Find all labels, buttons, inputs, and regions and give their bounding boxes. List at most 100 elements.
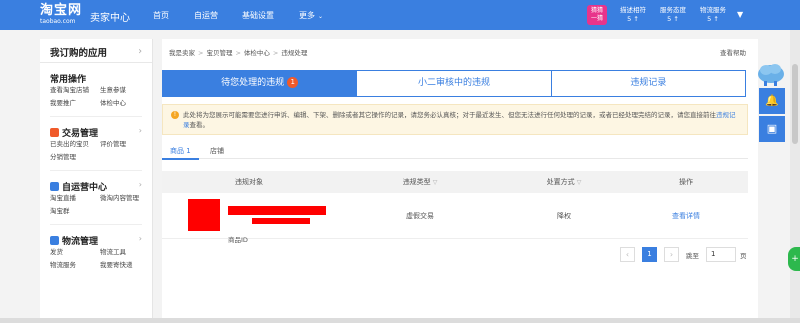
divider bbox=[50, 224, 142, 225]
sidebar-item-health-center[interactable]: 体检中心 bbox=[100, 97, 150, 110]
chevron-right-icon: › bbox=[138, 180, 142, 189]
stat-value: 5 ↑ bbox=[627, 15, 639, 23]
sidebar-item-business-advisor[interactable]: 生意参谋 bbox=[100, 84, 150, 97]
notice-text: 此处将为您展示可能需要您进行申诉、编辑、下架、删除或者其它操作的记录，请您务必认… bbox=[183, 111, 716, 119]
common-operations: 常用操作 查看淘宝店铺 生意参谋 我要推广 体检中心 交易管理 › 已卖出的宝贝 评价… bbox=[40, 72, 152, 272]
current-page-button[interactable]: 1 bbox=[642, 247, 657, 262]
table-row: 商品ID 虚假交易 降权 查看详情 bbox=[162, 193, 748, 244]
stat-label: 描述相符 bbox=[620, 6, 646, 14]
divider bbox=[50, 116, 142, 117]
guess-badge[interactable]: 猜猜 一猜 bbox=[587, 5, 607, 25]
logo-en: taobao.com bbox=[40, 18, 76, 25]
breadcrumb-separator: > bbox=[235, 49, 241, 57]
sidebar-item-logistics-service[interactable]: 物流服务 bbox=[50, 259, 100, 272]
nav-home[interactable]: 首页 bbox=[153, 10, 169, 21]
sidebar: 我订购的应用 › 常用操作 查看淘宝店铺 生意参谋 我要推广 体检中心 交易管理 ›… bbox=[40, 39, 153, 323]
nav-more[interactable]: 更多 ⌄ bbox=[299, 10, 323, 21]
badge-line2: 一猜 bbox=[590, 15, 603, 22]
sidebar-item-distribution[interactable]: 分销管理 bbox=[50, 151, 100, 164]
filter-icon[interactable]: ▽ bbox=[433, 179, 438, 186]
section-label: 物流管理 bbox=[62, 237, 99, 247]
nav-self-operation[interactable]: 自运营 bbox=[194, 10, 218, 21]
prev-page-button[interactable]: ‹ bbox=[620, 247, 635, 262]
breadcrumb-item[interactable]: 宝贝管理 bbox=[206, 49, 232, 57]
common-row: 查看淘宝店铺 生意参谋 bbox=[50, 84, 152, 97]
col-object: 违规对象 bbox=[235, 178, 263, 186]
chevron-right-icon: › bbox=[138, 46, 142, 57]
stat-logistics[interactable]: 物流服务 5 ↑ bbox=[696, 6, 730, 24]
taobao-logo[interactable]: 淘宝网 taobao.com bbox=[40, 4, 84, 26]
col-type[interactable]: 违规类型 ▽ bbox=[336, 171, 504, 193]
stat-service[interactable]: 服务态度 5 ↑ bbox=[656, 6, 690, 24]
warning-icon: ! bbox=[171, 111, 179, 119]
breadcrumb-item: 违规处理 bbox=[281, 49, 308, 57]
section-row: 分销管理 bbox=[50, 151, 152, 164]
logistics-icon bbox=[50, 236, 59, 245]
subtab-shop[interactable]: 店铺 bbox=[210, 146, 224, 156]
section-trade-title[interactable]: 交易管理 › bbox=[50, 126, 152, 139]
logo-cn: 淘宝网 bbox=[40, 3, 83, 18]
section-row: 发货 物流工具 bbox=[50, 246, 152, 259]
filter-icon[interactable]: ▽ bbox=[577, 179, 582, 186]
sidebar-item-group[interactable]: 淘宝群 bbox=[50, 205, 100, 218]
tab-records[interactable]: 违规记录 bbox=[550, 71, 745, 96]
redacted-id bbox=[252, 218, 310, 224]
divider bbox=[50, 170, 142, 171]
scrollbar[interactable] bbox=[790, 30, 800, 323]
sidebar-item-promote[interactable]: 我要推广 bbox=[50, 97, 100, 110]
chevron-right-icon: › bbox=[138, 126, 142, 135]
sidebar-item-ship[interactable]: 发货 bbox=[50, 246, 100, 259]
count-badge: 1 bbox=[287, 77, 299, 88]
chevron-down-icon[interactable]: ▼ bbox=[737, 10, 743, 19]
tab-label: 待您处理的违规 bbox=[221, 78, 285, 88]
main-panel: 我是卖家 > 宝贝管理 > 体检中心 > 违规处理 查看帮助 待您处理的违规 1 小二审核中的… bbox=[162, 39, 758, 323]
section-label: 交易管理 bbox=[62, 129, 99, 139]
sidebar-item-review-management[interactable]: 评价管理 bbox=[100, 138, 150, 151]
sidebar-item-view-shop[interactable]: 查看淘宝店铺 bbox=[50, 84, 100, 97]
section-logistics-title[interactable]: 物流管理 › bbox=[50, 234, 152, 247]
cell-type: 虚假交易 bbox=[406, 212, 434, 220]
subtab-goods[interactable]: 商品 1 bbox=[162, 146, 199, 160]
col-label: 违规类型 bbox=[402, 178, 431, 186]
bell-icon[interactable]: 🔔 bbox=[759, 88, 785, 114]
sidebar-title: 我订购的应用 bbox=[50, 48, 108, 59]
nav-basic-settings[interactable]: 基础设置 bbox=[242, 10, 274, 21]
seller-center-title[interactable]: 卖家中心 bbox=[90, 9, 130, 24]
breadcrumb-separator: > bbox=[272, 49, 279, 57]
section-self-operation-title[interactable]: 自运营中心 › bbox=[50, 180, 152, 193]
nav-more-label: 更多 bbox=[299, 11, 315, 20]
tab-pending[interactable]: 待您处理的违规 1 bbox=[163, 71, 357, 96]
redacted-title bbox=[228, 206, 326, 215]
page-input[interactable]: 1 bbox=[706, 247, 736, 262]
violation-tabs: 待您处理的违规 1 小二审核中的违规 违规记录 bbox=[162, 70, 746, 97]
col-label: 处置方式 bbox=[546, 178, 575, 186]
tab-under-review[interactable]: 小二审核中的违规 bbox=[356, 71, 551, 96]
sidebar-item-logistics-tools[interactable]: 物流工具 bbox=[100, 246, 150, 259]
subtabs: 商品 1 店铺 bbox=[162, 143, 748, 160]
goto-label: 跳至 bbox=[686, 252, 699, 260]
sidebar-item-sold-items[interactable]: 已卖出的宝贝 bbox=[50, 138, 100, 151]
stat-description[interactable]: 描述相符 5 ↑ bbox=[616, 6, 650, 24]
breadcrumb-item[interactable]: 我是卖家 bbox=[169, 49, 195, 57]
product-thumbnail[interactable] bbox=[188, 199, 220, 231]
cloud-mascot-icon[interactable] bbox=[757, 62, 785, 86]
section-row: 淘宝直播 微淘内容管理 bbox=[50, 192, 152, 205]
plus-icon[interactable]: + bbox=[788, 247, 800, 271]
sidebar-subscribed-apps[interactable]: 我订购的应用 › bbox=[40, 39, 152, 63]
view-details-link[interactable]: 查看详情 bbox=[624, 193, 748, 238]
sidebar-item-weitao[interactable]: 微淘内容管理 bbox=[100, 192, 150, 205]
scrollbar-thumb[interactable] bbox=[792, 64, 798, 144]
breadcrumb-item[interactable]: 体检中心 bbox=[244, 49, 270, 57]
help-link[interactable]: 查看帮助 bbox=[720, 47, 746, 57]
notice-suffix: 查看。 bbox=[189, 121, 210, 129]
chat-icon[interactable]: ▣ bbox=[759, 116, 785, 142]
stat-value: 5 ↑ bbox=[707, 15, 719, 23]
sidebar-item-live[interactable]: 淘宝直播 bbox=[50, 192, 100, 205]
violation-table: 违规对象 违规类型 ▽ 处置方式 ▽ 操作 商品ID 虚假交易 降权 查看详情 bbox=[162, 171, 748, 244]
next-page-button[interactable]: › bbox=[664, 247, 679, 262]
stat-label: 服务态度 bbox=[660, 6, 686, 14]
sidebar-item-send-express[interactable]: 我要寄快递 bbox=[100, 259, 150, 272]
col-disposal[interactable]: 处置方式 ▽ bbox=[504, 171, 624, 193]
page-unit-label: 页 bbox=[740, 252, 747, 260]
stat-value: 5 ↑ bbox=[667, 15, 679, 23]
